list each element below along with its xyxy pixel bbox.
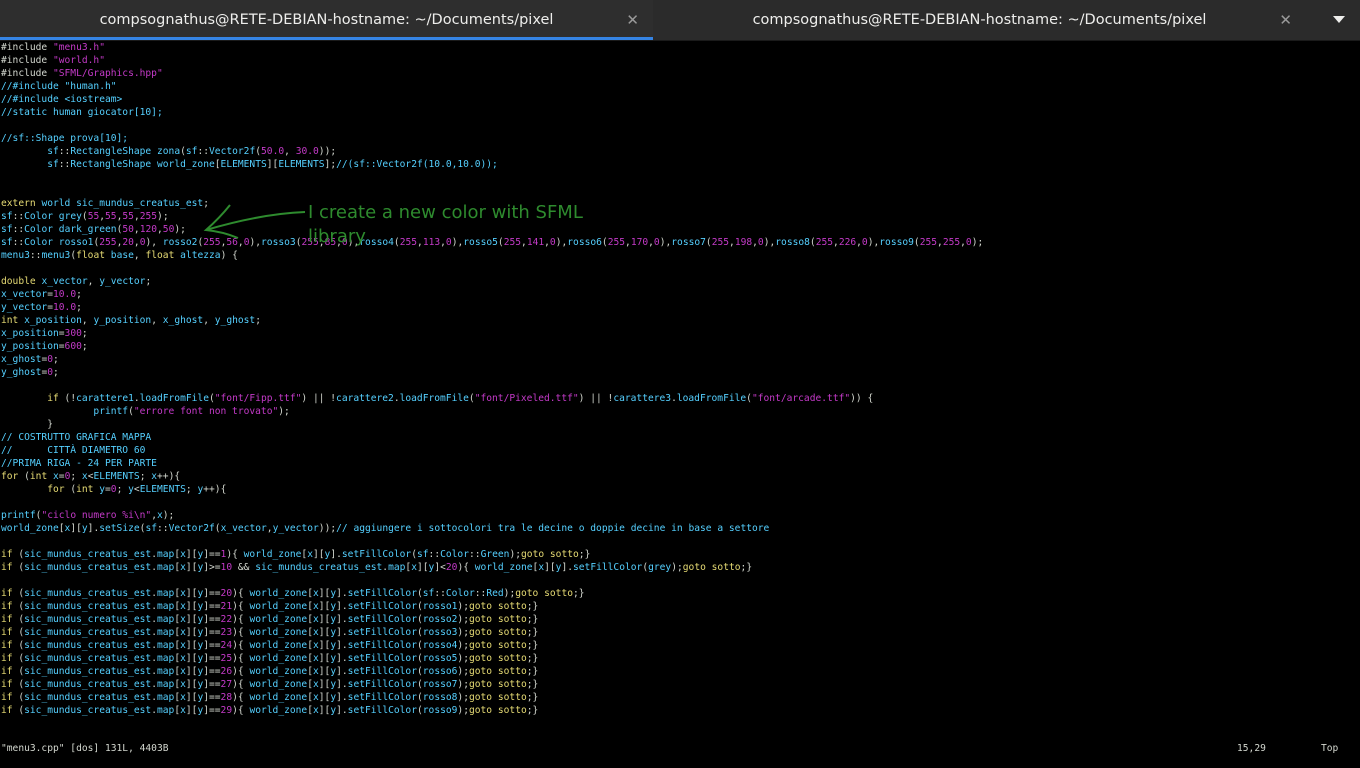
code-line: x_vector=10.0; <box>1 289 82 300</box>
terminal-editor[interactable]: #include "menu3.h" #include "world.h" #inc… <box>0 41 1360 768</box>
code-line: menu3::menu3(float base, float altezza) … <box>1 250 238 261</box>
code-line: sf::RectangleShape zona(sf::Vector2f(50.… <box>47 146 337 157</box>
code-line: //PRIMA RIGA - 24 PER PARTE <box>1 458 157 469</box>
code-line: //sf::Shape prova[10]; <box>1 133 129 144</box>
code-line: if (sic_mundus_creatus_est.map[x][y]==1)… <box>1 549 591 560</box>
tab-bar: compsognathus@RETE-DEBIAN-hostname: ~/Do… <box>0 0 1360 41</box>
code-line: if (sic_mundus_creatus_est.map[x][y]==21… <box>1 601 539 612</box>
code-line: // COSTRUTTO GRAFICA MAPPA <box>1 432 152 443</box>
code-line: // CITTÀ DIAMETRO 60 <box>1 445 146 456</box>
cursor-position: 15,29 <box>1237 743 1266 754</box>
code-line: if (sic_mundus_creatus_est.map[x][y]==27… <box>1 679 539 690</box>
code-line: sf::RectangleShape world_zone[ELEMENTS][… <box>47 159 498 170</box>
code-line: world_zone[x][y].setSize(sf::Vector2f(x_… <box>1 523 770 534</box>
code-line: extern world sic_mundus_creatus_est; <box>1 198 209 209</box>
code-line: y_ghost=0; <box>1 367 59 378</box>
code-line: #include "menu3.h" <box>1 42 105 53</box>
code-line: //#include "human.h" <box>1 81 117 92</box>
code-line: if (sic_mundus_creatus_est.map[x][y]==28… <box>1 692 539 703</box>
code-line: printf("ciclo numero %i\n",x); <box>1 510 175 521</box>
code-line: } <box>1 419 53 430</box>
scroll-position: Top <box>1321 743 1339 754</box>
code-line: if (sic_mundus_creatus_est.map[x][y]==29… <box>1 705 539 716</box>
tab-title: compsognathus@RETE-DEBIAN-hostname: ~/Do… <box>99 12 554 28</box>
code-line: if (!carattere1.loadFromFile("font/Fipp.… <box>47 393 874 404</box>
close-icon[interactable]: ✕ <box>1279 11 1292 29</box>
code-line: if (sic_mundus_creatus_est.map[x][y]==24… <box>1 640 539 651</box>
code-line: for (int x=0; x<ELEMENTS; x++){ <box>1 471 181 482</box>
code-line: //#include <iostream> <box>1 94 123 105</box>
code-line: printf("errore font non trovato"); <box>93 406 290 417</box>
code-line: if (sic_mundus_creatus_est.map[x][y]==25… <box>1 653 539 664</box>
annotation-text: I create a new color with SFML library <box>308 202 583 247</box>
vim-status-line: "menu3.cpp" [dos] 131L, 4403B 15,29 Top <box>0 742 1360 755</box>
annotation-arrow-icon <box>203 204 306 239</box>
code-line: x_ghost=0; <box>1 354 59 365</box>
code-line: x_position=300; <box>1 328 88 339</box>
code-line: sf::Color grey(55,55,55,255); <box>1 211 169 222</box>
code-line: double x_vector, y_vector; <box>1 276 152 287</box>
file-info: "menu3.cpp" [dos] 131L, 4403B <box>1 743 169 754</box>
code-line: for (int y=0; y<ELEMENTS; y++){ <box>47 484 227 495</box>
code-line: //static human giocator[10]; <box>1 107 163 118</box>
close-icon[interactable]: ✕ <box>626 11 639 29</box>
code-line: if (sic_mundus_creatus_est.map[x][y]==23… <box>1 627 539 638</box>
code-line: if (sic_mundus_creatus_est.map[x][y]>=10… <box>1 562 753 573</box>
code-line: #include "world.h" <box>1 55 105 66</box>
code-line: int x_position, y_position, x_ghost, y_g… <box>1 315 261 326</box>
tab-terminal-2[interactable]: compsognathus@RETE-DEBIAN-hostname: ~/Do… <box>653 0 1306 40</box>
code-line: y_vector=10.0; <box>1 302 82 313</box>
tab-title: compsognathus@RETE-DEBIAN-hostname: ~/Do… <box>752 12 1207 28</box>
code-line: if (sic_mundus_creatus_est.map[x][y]==20… <box>1 588 585 599</box>
code-line: #include "SFML/Graphics.hpp" <box>1 68 163 79</box>
code-line: y_position=600; <box>1 341 88 352</box>
code-line: sf::Color dark_green(50,120,50); <box>1 224 186 235</box>
code-line: if (sic_mundus_creatus_est.map[x][y]==26… <box>1 666 539 677</box>
code-line: if (sic_mundus_creatus_est.map[x][y]==22… <box>1 614 539 625</box>
tab-menu-icon[interactable] <box>1330 11 1348 29</box>
tab-terminal-1[interactable]: compsognathus@RETE-DEBIAN-hostname: ~/Do… <box>0 0 653 40</box>
